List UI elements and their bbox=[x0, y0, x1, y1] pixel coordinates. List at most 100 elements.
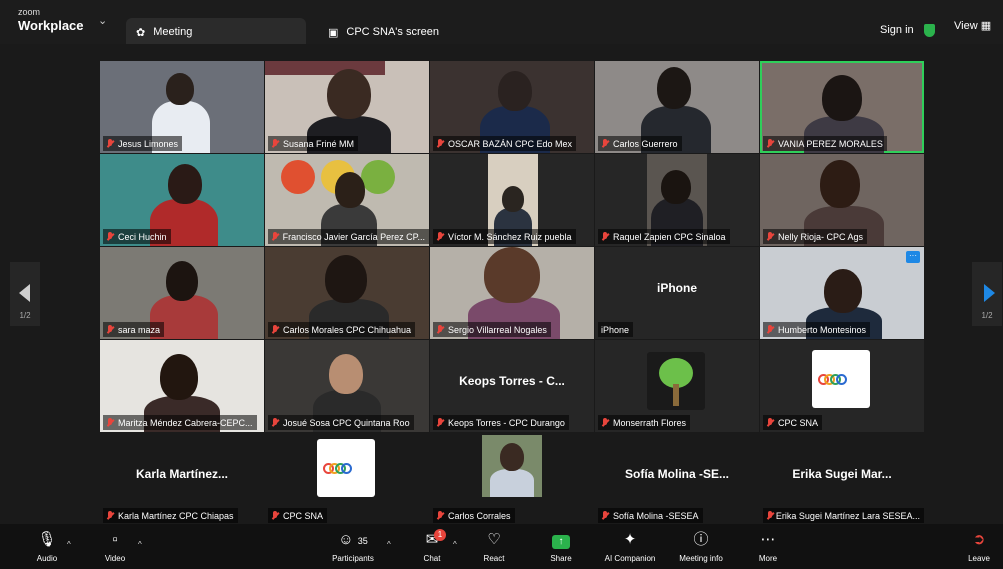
participant-name-label: Maritza Méndez Cabrera-CEPC... bbox=[103, 415, 257, 430]
chevron-down-icon[interactable]: ⌄ bbox=[98, 14, 107, 27]
participant-tile[interactable]: Susana Friné MM bbox=[265, 61, 429, 153]
share-screen-icon: ↑ bbox=[545, 528, 577, 552]
microphone-muted-icon bbox=[601, 417, 609, 428]
audio-button[interactable]: 🎙 Audio bbox=[30, 528, 64, 563]
paw-icon: ✿ bbox=[136, 26, 146, 39]
participant-display-name: Sofía Molina -SE... bbox=[624, 467, 729, 481]
audio-caret-icon[interactable]: ^ bbox=[67, 540, 71, 549]
participant-name-label: Carlos Morales CPC Chihuahua bbox=[268, 322, 416, 337]
person-head bbox=[661, 170, 691, 204]
participant-name-label: Susana Friné MM bbox=[268, 136, 359, 151]
participant-display-name: Karla Martínez... bbox=[135, 467, 229, 481]
more-options-icon[interactable]: ··· bbox=[906, 251, 920, 263]
participant-display-name: Keops Torres - C... bbox=[459, 374, 565, 388]
sign-in-button[interactable]: Sign in bbox=[880, 19, 950, 41]
participant-tile[interactable]: Maritza Méndez Cabrera-CEPC... bbox=[100, 340, 264, 432]
logo-ring bbox=[341, 463, 352, 474]
participant-tile[interactable]: iPhone iPhone bbox=[595, 247, 759, 339]
meeting-info-button[interactable]: ⓘ Meeting info bbox=[673, 528, 729, 563]
participant-tile[interactable]: Raquel Zapien CPC Sinaloa bbox=[595, 154, 759, 246]
microphone-muted-icon bbox=[436, 417, 444, 428]
leave-label: Leave bbox=[968, 554, 990, 563]
sign-in-label: Sign in bbox=[880, 24, 914, 36]
participant-name: Sofía Molina -SESEA bbox=[613, 510, 699, 521]
tree-avatar-image bbox=[647, 352, 705, 410]
participant-name: OSCAR BAZÁN CPC Edo Mex bbox=[448, 138, 573, 149]
microphone-muted-icon bbox=[271, 510, 279, 521]
participant-name-label: Josué Sosa CPC Quintana Roo bbox=[268, 415, 414, 430]
participant-tile[interactable]: sara maza bbox=[100, 247, 264, 339]
participant-tile[interactable]: Carlos Guerrero bbox=[595, 61, 759, 153]
person-head bbox=[325, 255, 367, 303]
participants-icon-row: ☺ 35 bbox=[323, 528, 383, 552]
participant-tile[interactable]: Carlos Corrales bbox=[430, 433, 594, 525]
participant-tile[interactable]: Sergio Villarreal Nogales bbox=[430, 247, 594, 339]
react-button[interactable]: ♡ React bbox=[478, 528, 510, 563]
participant-name: Humberto Montesinos bbox=[778, 324, 867, 335]
ai-companion-label: AI Companion bbox=[604, 554, 656, 563]
participant-tile[interactable]: Francisco Javier García Perez CP... bbox=[265, 154, 429, 246]
participant-name: Maritza Méndez Cabrera-CEPC... bbox=[118, 417, 253, 428]
microphone-muted-icon bbox=[271, 417, 279, 428]
participant-tile[interactable]: Carlos Morales CPC Chihuahua bbox=[265, 247, 429, 339]
slide-banner bbox=[265, 61, 385, 75]
view-label: View bbox=[954, 20, 978, 32]
participant-display-name: iPhone bbox=[656, 281, 697, 295]
video-caret-icon[interactable]: ^ bbox=[138, 540, 142, 549]
meeting-toolbar: 🎙 Audio ^ ▫ Video ^ ☺ 35 Participants ^ … bbox=[0, 524, 1003, 569]
share-button[interactable]: ↑ Share bbox=[545, 528, 577, 563]
ai-companion-button[interactable]: ✦ AI Companion bbox=[598, 528, 662, 563]
participant-tile[interactable]: Jesus Limones bbox=[100, 61, 264, 153]
participant-name: Raquel Zapien CPC Sinaloa bbox=[613, 231, 726, 242]
page-indicator-left: 1/2 bbox=[19, 311, 31, 320]
participant-name-label: Monserrath Flores bbox=[598, 415, 691, 430]
heart-icon: ♡ bbox=[487, 531, 501, 548]
participant-name: Susana Friné MM bbox=[283, 138, 355, 149]
tab-shared-screen[interactable]: ▣ CPC SNA's screen bbox=[318, 18, 498, 46]
participant-name-label: Raquel Zapien CPC Sinaloa bbox=[598, 229, 730, 244]
participant-tile[interactable]: Erika Sugei Mar... Erika Sugei Martínez L… bbox=[760, 433, 924, 525]
info-icon: ⓘ bbox=[693, 531, 709, 548]
previous-page-button[interactable]: 1/2 bbox=[10, 262, 40, 326]
participant-tile[interactable]: VANIA PEREZ MORALES bbox=[760, 61, 924, 153]
next-page-button[interactable]: 1/2 bbox=[972, 262, 1002, 326]
view-button[interactable]: View ▦ bbox=[954, 19, 991, 32]
meeting-info-label: Meeting info bbox=[679, 554, 723, 563]
participant-name-label: sara maza bbox=[103, 322, 165, 337]
more-button[interactable]: ⋯ More bbox=[753, 528, 783, 563]
microphone-muted-icon bbox=[106, 417, 114, 428]
participant-name-label: Carlos Corrales bbox=[433, 508, 515, 523]
participant-tile[interactable]: Víctor M. Sánchez Ruiz puebla bbox=[430, 154, 594, 246]
participants-caret-icon[interactable]: ^ bbox=[387, 540, 391, 549]
arrow-right-icon bbox=[984, 284, 995, 302]
participant-tile[interactable]: CPC SNA bbox=[265, 433, 429, 525]
wall-art bbox=[361, 160, 395, 194]
more-label: More bbox=[758, 554, 778, 563]
leave-button[interactable]: ➲ Leave bbox=[963, 528, 995, 563]
participant-tile[interactable]: Monserrath Flores bbox=[595, 340, 759, 432]
participant-name-label: Keops Torres - CPC Durango bbox=[433, 415, 569, 430]
video-button[interactable]: ▫ Video bbox=[98, 528, 132, 563]
person-head bbox=[160, 354, 198, 400]
participant-tile[interactable]: Sofía Molina -SE... Sofía Molina -SESEA bbox=[595, 433, 759, 525]
person-head bbox=[327, 69, 371, 119]
participants-button[interactable]: ☺ 35 Participants bbox=[323, 528, 383, 563]
person-head bbox=[498, 71, 532, 111]
participant-tile[interactable]: CPC SNA bbox=[760, 340, 924, 432]
chat-caret-icon[interactable]: ^ bbox=[453, 540, 457, 549]
participant-tile[interactable]: Josué Sosa CPC Quintana Roo bbox=[265, 340, 429, 432]
microphone-muted-icon bbox=[436, 138, 444, 149]
zoom-workplace-logo[interactable]: zoom Workplace bbox=[18, 7, 84, 33]
participant-name-label: Sergio Villarreal Nogales bbox=[433, 322, 551, 337]
participant-tile[interactable]: Nelly Rioja- CPC Ags bbox=[760, 154, 924, 246]
participant-tile[interactable]: Ceci Huchin bbox=[100, 154, 264, 246]
participant-tile[interactable]: Keops Torres - C... Keops Torres - CPC Du… bbox=[430, 340, 594, 432]
participant-name: CPC SNA bbox=[283, 510, 324, 521]
participant-name-label: Sofía Molina -SESEA bbox=[598, 508, 703, 523]
tab-meeting[interactable]: ✿ Meeting bbox=[126, 18, 306, 46]
participant-name-label: Nelly Rioja- CPC Ags bbox=[763, 229, 868, 244]
participant-name: Josué Sosa CPC Quintana Roo bbox=[283, 417, 410, 428]
participant-tile[interactable]: Karla Martínez... Karla Martínez CPC Chia… bbox=[100, 433, 264, 525]
participant-tile[interactable]: OSCAR BAZÁN CPC Edo Mex bbox=[430, 61, 594, 153]
participant-tile[interactable]: ··· Humberto Montesinos bbox=[760, 247, 924, 339]
